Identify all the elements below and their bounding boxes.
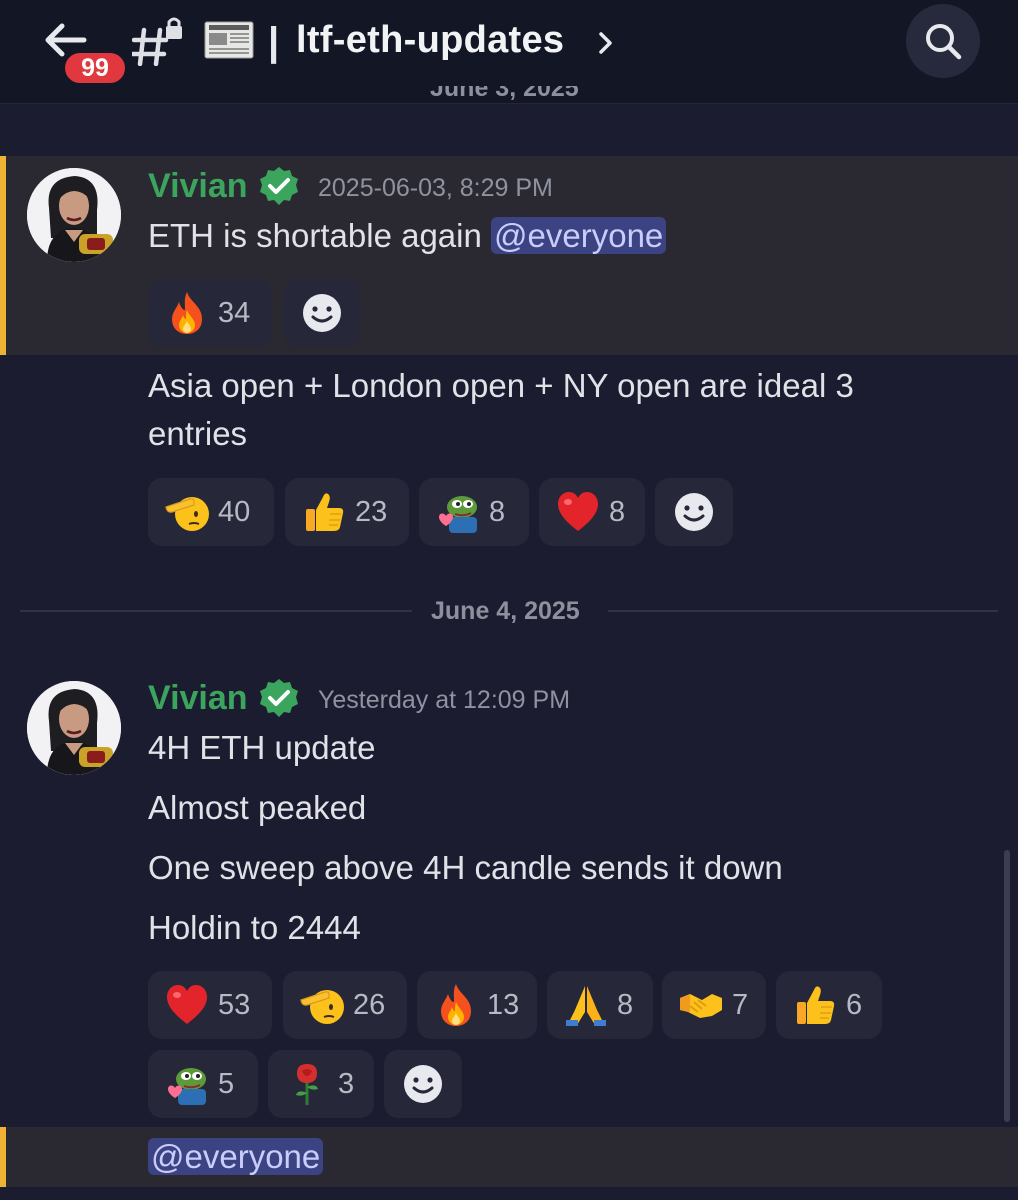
thumbs-up-emoji [792, 982, 838, 1028]
date-divider-label: June 4, 2025 [431, 597, 580, 625]
message-line: Almost peaked [148, 789, 367, 826]
reaction-count: 5 [218, 1067, 235, 1100]
message-text: @everyone [148, 1133, 324, 1181]
rose-emoji [284, 1061, 330, 1107]
date-divider-line [608, 610, 998, 612]
pepe-hug-emoji [435, 489, 481, 535]
message-line: One sweep above 4H candle sends it down [148, 849, 783, 886]
reaction-thumbs-up[interactable]: 23 [285, 478, 409, 546]
reaction-heart[interactable]: 53 [148, 971, 272, 1039]
message-line: Holdin to 2444 [148, 909, 361, 946]
verified-check-icon [259, 678, 299, 718]
search-button[interactable] [906, 4, 980, 78]
reaction-count: 53 [218, 988, 251, 1021]
reaction-salute[interactable]: 26 [283, 971, 407, 1039]
folded-hands-emoji [563, 982, 609, 1028]
reaction-count: 8 [617, 988, 634, 1021]
salute-emoji [164, 489, 210, 535]
channel-title[interactable]: ltf-eth-updates [296, 16, 564, 64]
mention-highlight-bar [0, 1127, 6, 1187]
reaction-heart[interactable]: 8 [539, 478, 645, 546]
newspaper-icon [204, 21, 254, 59]
reaction-fire[interactable]: 13 [417, 971, 537, 1039]
reaction-handshake[interactable]: 7 [662, 971, 766, 1039]
author-name[interactable]: Vivian [148, 166, 248, 206]
smile-icon [301, 292, 343, 334]
header-separator: | [268, 20, 280, 64]
scrollbar[interactable] [1004, 850, 1010, 1122]
avatar[interactable] [27, 681, 121, 775]
smile-icon [673, 491, 715, 533]
verified-check-icon [259, 166, 299, 206]
message-line: 4H ETH update [148, 729, 376, 766]
reaction-count: 6 [846, 988, 863, 1021]
red-heart-emoji [164, 982, 210, 1028]
reaction-pepe-hug[interactable]: 5 [148, 1050, 258, 1118]
thumbs-up-emoji [301, 489, 347, 535]
date-divider-line [20, 610, 412, 612]
reaction-salute[interactable]: 40 [148, 478, 274, 546]
reaction-folded-hands[interactable]: 8 [547, 971, 653, 1039]
message-timestamp: 2025-06-03, 8:29 PM [318, 174, 553, 202]
fire-emoji [433, 982, 479, 1028]
reaction-count: 34 [218, 296, 251, 329]
message-text: Asia open + London open + NY open are id… [148, 367, 854, 404]
pepe-hug-emoji [164, 1061, 210, 1107]
message-text-body: ETH is shortable again [148, 217, 492, 254]
reaction-count: 8 [489, 495, 506, 528]
smile-icon [402, 1063, 444, 1105]
add-reaction-button[interactable] [284, 279, 360, 347]
reaction-count: 26 [353, 988, 386, 1021]
date-divider-partial-label: June 3, 2025 [430, 86, 579, 102]
chevron-right-icon[interactable] [596, 28, 616, 58]
reaction-count: 7 [732, 988, 749, 1021]
reaction-count: 40 [218, 495, 251, 528]
author-name[interactable]: Vivian [148, 678, 248, 718]
reaction-thumbs-up[interactable]: 6 [776, 971, 882, 1039]
red-heart-emoji [555, 489, 601, 535]
unread-badge: 99 [62, 50, 128, 86]
reaction-rose[interactable]: 3 [268, 1050, 374, 1118]
reaction-pepe-hug[interactable]: 8 [419, 478, 529, 546]
everyone-mention[interactable]: @everyone [491, 217, 667, 254]
message-timestamp: Yesterday at 12:09 PM [318, 686, 571, 714]
date-divider-partial: June 3, 2025 [430, 86, 630, 108]
add-reaction-button[interactable] [384, 1050, 462, 1118]
message-text: entries [148, 415, 248, 452]
search-icon [926, 24, 962, 60]
add-reaction-button[interactable] [655, 478, 733, 546]
everyone-mention[interactable]: @everyone [148, 1138, 324, 1175]
reaction-count: 8 [609, 495, 626, 528]
avatar[interactable] [27, 168, 121, 262]
reaction-fire[interactable]: 34 [148, 279, 272, 347]
reaction-count: 13 [487, 988, 520, 1021]
fire-emoji [164, 290, 210, 336]
salute-emoji [299, 982, 345, 1028]
reaction-count: 23 [355, 495, 388, 528]
reaction-count: 3 [338, 1067, 355, 1100]
locked-hash-icon [132, 17, 182, 66]
mention-highlight-bar [0, 156, 6, 355]
message-text: ETH is shortable again @everyone [148, 212, 667, 260]
handshake-emoji [678, 982, 724, 1028]
